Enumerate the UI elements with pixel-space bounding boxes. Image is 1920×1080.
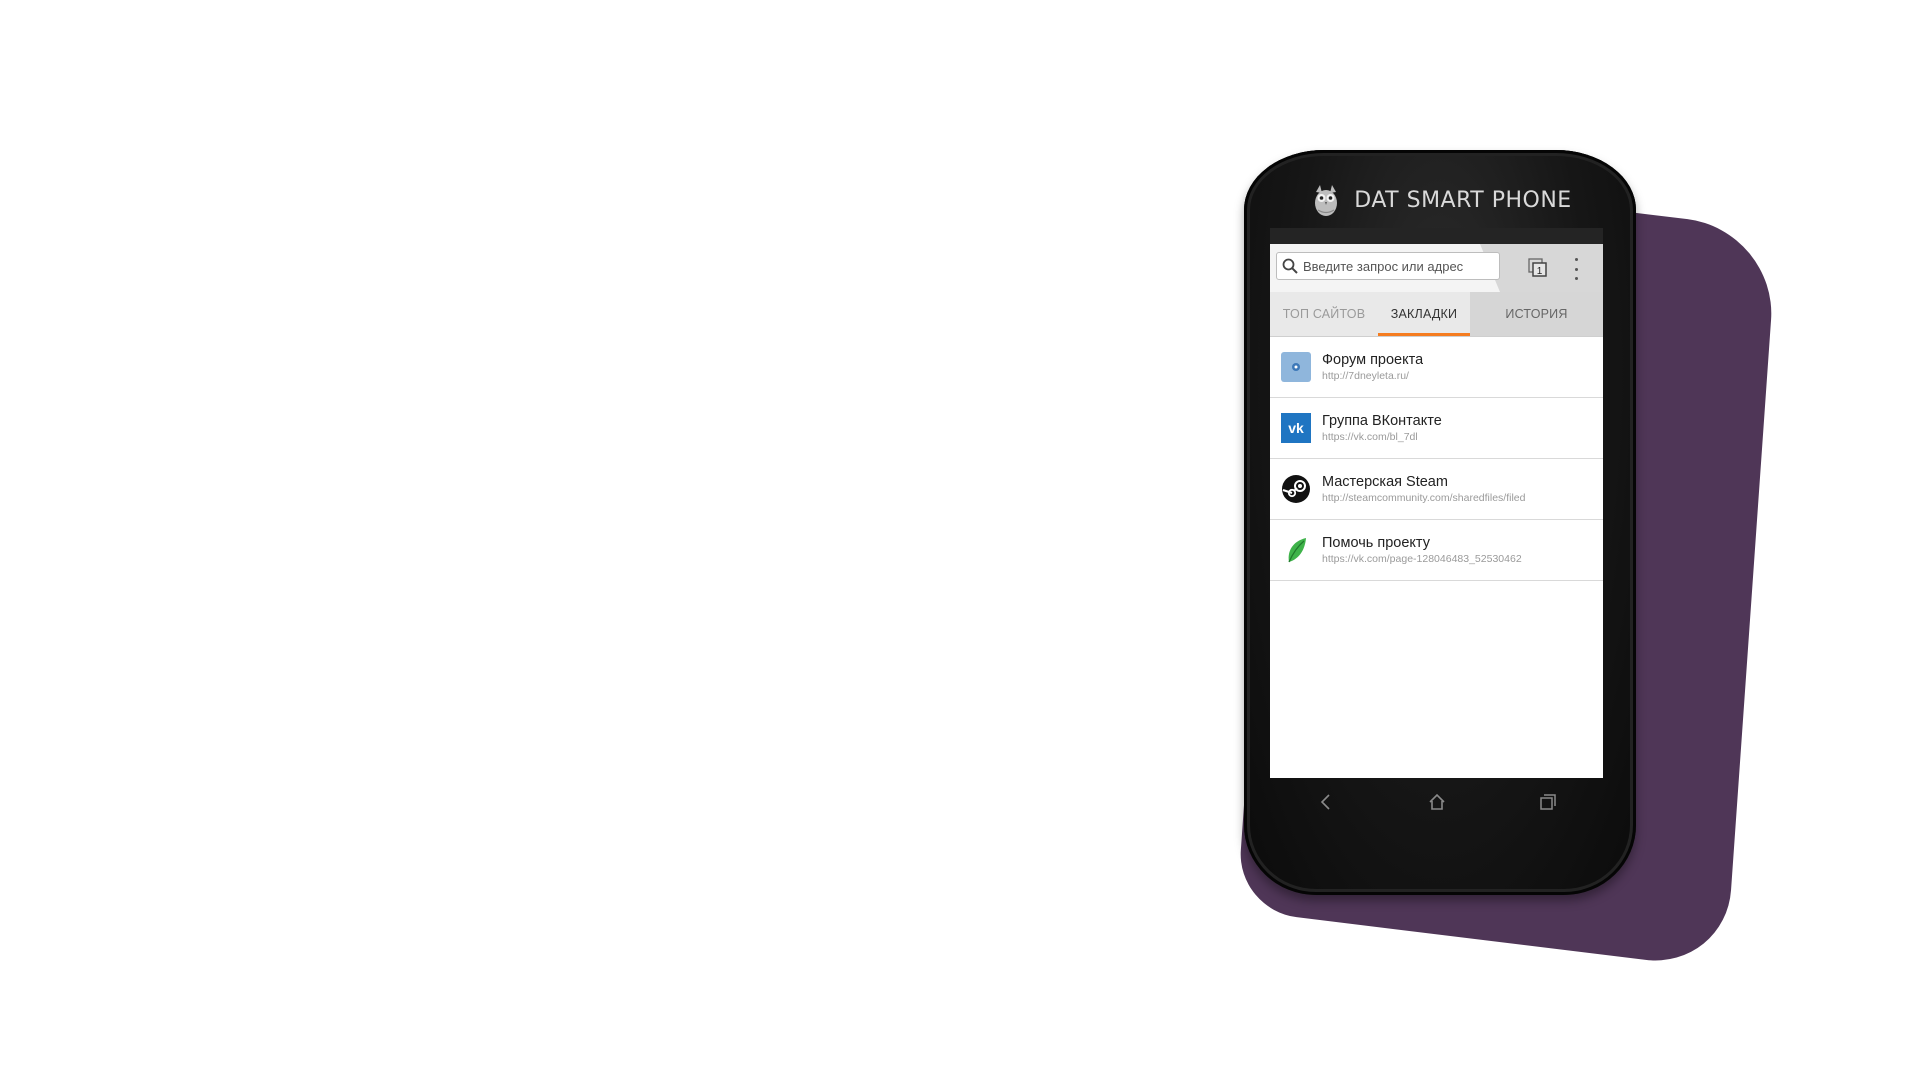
bookmark-url: http://7dneyleta.ru/ <box>1322 370 1409 382</box>
overflow-menu-icon[interactable] <box>1572 258 1580 280</box>
bookmark-title: Мастерская Steam <box>1322 474 1448 490</box>
bookmark-item[interactable]: vk Группа ВКонтакте https://vk.com/bl_7d… <box>1270 398 1603 459</box>
search-icon <box>1281 257 1299 275</box>
back-icon[interactable] <box>1312 788 1340 816</box>
phone-header: DAT SMART PHONE <box>1244 150 1636 230</box>
bookmark-title: Группа ВКонтакте <box>1322 413 1442 429</box>
phone-screen: Введите запрос или адрес 1 ТОП САЙТОВ ЗА… <box>1270 228 1603 778</box>
bookmark-url: https://vk.com/page-128046483_52530462 <box>1322 553 1522 565</box>
forum-icon <box>1281 352 1311 382</box>
phone-device: DAT SMART PHONE Введите запрос или адрес <box>1244 150 1636 895</box>
bookmark-url: http://steamcommunity.com/sharedfiles/fi… <box>1322 492 1526 504</box>
home-icon[interactable] <box>1423 788 1451 816</box>
tab-bookmarks[interactable]: ЗАКЛАДКИ <box>1378 292 1470 336</box>
tabs-count: 1 <box>1537 266 1543 277</box>
nav-bar <box>1270 778 1603 826</box>
bookmark-item[interactable]: Форум проекта http://7dneyleta.ru/ <box>1270 337 1603 398</box>
search-placeholder: Введите запрос или адрес <box>1303 258 1464 274</box>
recents-icon[interactable] <box>1534 788 1562 816</box>
status-bar <box>1270 228 1603 244</box>
tab-strip: ТОП САЙТОВ ЗАКЛАДКИ ИСТОРИЯ <box>1270 292 1603 337</box>
bookmark-item[interactable]: Помочь проекту https://vk.com/page-12804… <box>1270 520 1603 581</box>
browser-toolbar: Введите запрос или адрес 1 <box>1270 244 1603 292</box>
tab-history[interactable]: ИСТОРИЯ <box>1470 292 1603 336</box>
bookmark-item[interactable]: Мастерская Steam http://steamcommunity.c… <box>1270 459 1603 520</box>
vk-icon: vk <box>1281 413 1311 443</box>
tabs-counter-button[interactable]: 1 <box>1528 258 1548 278</box>
bookmark-list: Форум проекта http://7dneyleta.ru/ vk Гр… <box>1270 337 1603 581</box>
stage: DAT SMART PHONE Введите запрос или адрес <box>0 0 1920 1080</box>
steam-icon <box>1281 474 1311 504</box>
brand-name: DAT SMART PHONE <box>1354 187 1572 213</box>
owl-logo-icon <box>1308 182 1344 218</box>
svg-text:vk: vk <box>1288 420 1304 436</box>
leaf-icon <box>1281 535 1311 565</box>
search-input[interactable]: Введите запрос или адрес <box>1276 252 1500 280</box>
bookmark-url: https://vk.com/bl_7dl <box>1322 431 1418 443</box>
bookmark-title: Помочь проекту <box>1322 535 1430 551</box>
bookmark-title: Форум проекта <box>1322 352 1424 368</box>
tab-top-sites[interactable]: ТОП САЙТОВ <box>1270 292 1378 336</box>
